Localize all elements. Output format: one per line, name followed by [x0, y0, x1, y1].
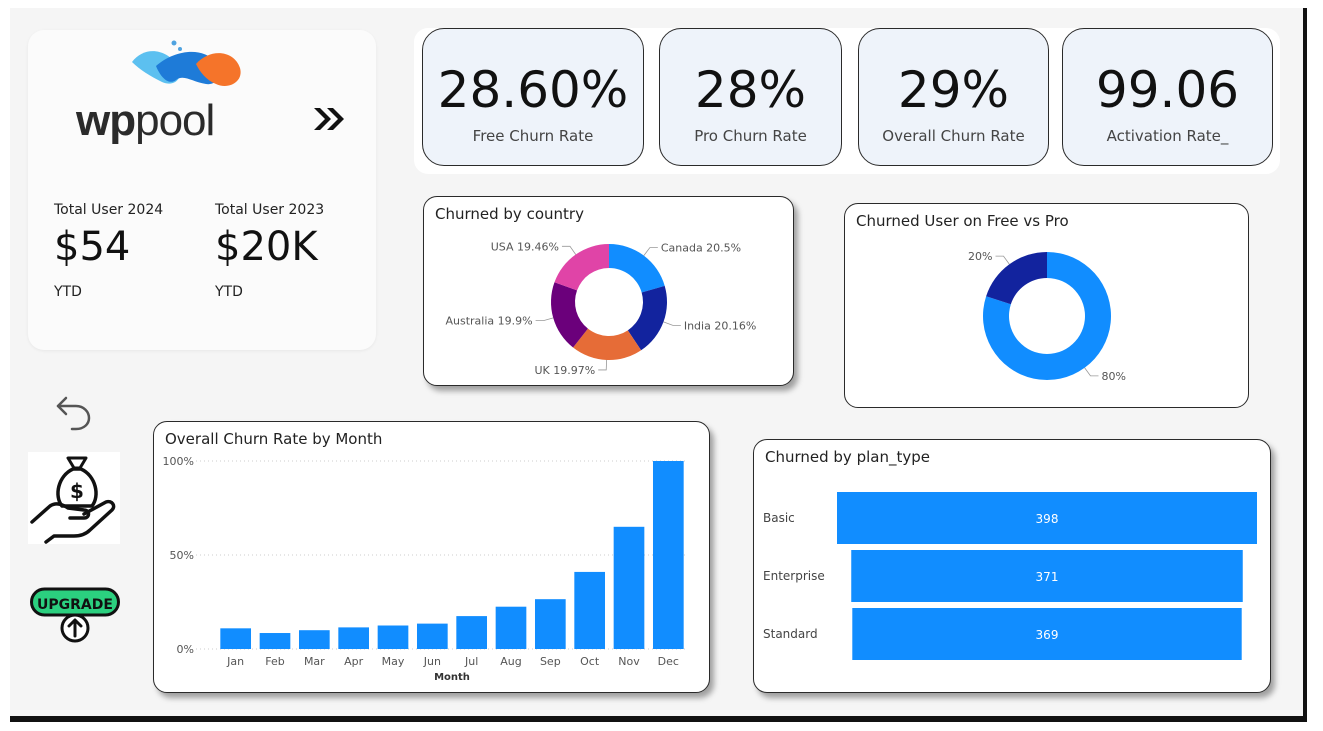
bar[interactable]	[613, 526, 645, 649]
total-user-2024: Total User 2024 $54 YTD	[54, 202, 204, 300]
x-tick-label: Aug	[500, 655, 521, 668]
y-tick-label: 50%	[170, 549, 194, 562]
kpi-value: 28%	[694, 61, 807, 119]
total-user-2023-value: $20K	[215, 224, 318, 270]
country-donut-panel[interactable]: Churned by country Canada 20.5% India 20.…	[423, 196, 794, 386]
leader-line	[535, 317, 554, 322]
kpi-pro-churn[interactable]: 28% Pro Churn Rate	[659, 28, 842, 166]
svg-text:$: $	[70, 479, 84, 503]
kpi-value: 99.06	[1095, 61, 1240, 119]
category-label: Enterprise	[763, 569, 825, 583]
monthly-churn-bar-chart[interactable]: 0% 50% 100% Jan Feb Mar Apr May Jun Jul Aug Sep Oct N…	[154, 422, 708, 692]
kpi-label: Activation Rate_	[1106, 127, 1229, 145]
country-donut-chart[interactable]: Canada 20.5% India 20.16% UK 19.97% Austral…	[424, 197, 792, 385]
bar[interactable]	[574, 571, 606, 649]
upgrade-label: UPGRADE	[37, 597, 113, 613]
free-pro-donut-chart[interactable]: 80% 20%	[845, 204, 1248, 407]
kpi-overall-churn[interactable]: 29% Overall Churn Rate	[858, 28, 1049, 166]
undo-arrow-icon[interactable]	[54, 392, 94, 432]
x-tick-label: May	[382, 655, 405, 668]
kpi-value: 28.60%	[437, 61, 629, 119]
kpi-activation-rate[interactable]: 99.06 Activation Rate_	[1062, 28, 1273, 166]
x-tick-label: Sep	[540, 655, 561, 668]
bar[interactable]	[259, 633, 291, 649]
donut-slice[interactable]	[554, 244, 609, 291]
x-tick-label: Jul	[464, 655, 478, 668]
value-label: 371	[1036, 570, 1059, 584]
bar[interactable]	[652, 461, 684, 649]
kpi-label: Free Churn Rate	[472, 127, 594, 145]
total-user-2024-value: $54	[54, 224, 131, 270]
leader-line	[643, 247, 658, 256]
donut-slice[interactable]	[609, 244, 665, 293]
x-axis-title: Month	[434, 672, 470, 683]
bar[interactable]	[377, 625, 409, 650]
bar[interactable]	[416, 623, 448, 649]
slice-label: Canada 20.5%	[661, 242, 741, 255]
x-tick-label: Apr	[344, 655, 364, 668]
kpi-value: 29%	[897, 61, 1010, 119]
x-tick-label: Nov	[618, 655, 640, 668]
x-tick-label: Mar	[304, 655, 325, 668]
kpi-strip: 28.60% Free Churn Rate 28% Pro Churn Rat…	[414, 28, 1280, 174]
leader-line	[598, 359, 608, 371]
money-bag-hand-icon[interactable]: $	[28, 452, 120, 544]
free-pro-donut-panel[interactable]: Churned User on Free vs Pro 80% 20%	[844, 203, 1249, 408]
bar[interactable]	[298, 630, 330, 649]
slice-label: Australia 19.9%	[445, 315, 532, 328]
leader-line	[1084, 367, 1099, 377]
donut-slice[interactable]	[986, 252, 1047, 305]
total-user-2023-sub: YTD	[215, 284, 243, 300]
x-tick-label: Feb	[265, 655, 284, 668]
y-tick-label: 0%	[177, 643, 194, 656]
total-user-2023-label: Total User 2023	[215, 202, 325, 218]
leader-line	[995, 255, 1010, 265]
bar[interactable]	[495, 606, 527, 649]
value-label: 369	[1036, 628, 1059, 642]
kpi-free-churn[interactable]: 28.60% Free Churn Rate	[422, 28, 644, 166]
plan-type-panel[interactable]: Churned by plan_type Basic 398 Enterprise 3…	[753, 439, 1271, 693]
slice-label: UK 19.97%	[535, 364, 596, 377]
category-label: Basic	[763, 511, 795, 525]
bar[interactable]	[338, 627, 370, 649]
leader-line	[663, 321, 681, 326]
bar[interactable]	[220, 628, 252, 649]
wppool-logo-icon	[132, 40, 241, 87]
x-tick-label: Oct	[580, 655, 600, 668]
y-tick-label: 100%	[163, 455, 194, 468]
plan-type-funnel-chart[interactable]: Basic 398 Enterprise 371 Standard 369	[754, 440, 1269, 692]
total-user-2023: Total User 2023 $20K YTD	[215, 202, 365, 300]
slice-label: 80%	[1101, 370, 1125, 383]
brand-card: wppool Total User 2024 $54 YTD Total Use…	[28, 30, 376, 350]
kpi-label: Pro Churn Rate	[694, 127, 807, 145]
x-tick-label: Dec	[658, 655, 679, 668]
double-chevron-right-icon[interactable]	[312, 106, 346, 132]
upgrade-badge[interactable]: UPGRADE	[30, 586, 122, 644]
slice-label: 20%	[968, 250, 992, 263]
category-label: Standard	[763, 627, 818, 641]
total-user-2024-label: Total User 2024	[54, 202, 164, 218]
x-tick-label: Jun	[423, 655, 441, 668]
leader-line	[561, 245, 577, 255]
slice-label: India 20.16%	[684, 319, 756, 332]
bar[interactable]	[456, 616, 488, 649]
total-user-2024-sub: YTD	[54, 284, 82, 300]
slice-label: USA 19.46%	[491, 240, 559, 253]
value-label: 398	[1036, 512, 1059, 526]
monthly-churn-panel[interactable]: Overall Churn Rate by Month 0% 50% 100% Jan…	[153, 421, 710, 693]
kpi-label: Overall Churn Rate	[882, 127, 1025, 145]
bar[interactable]	[534, 599, 566, 649]
brand-wordmark: wppool	[76, 96, 215, 145]
x-tick-label: Jan	[226, 655, 244, 668]
